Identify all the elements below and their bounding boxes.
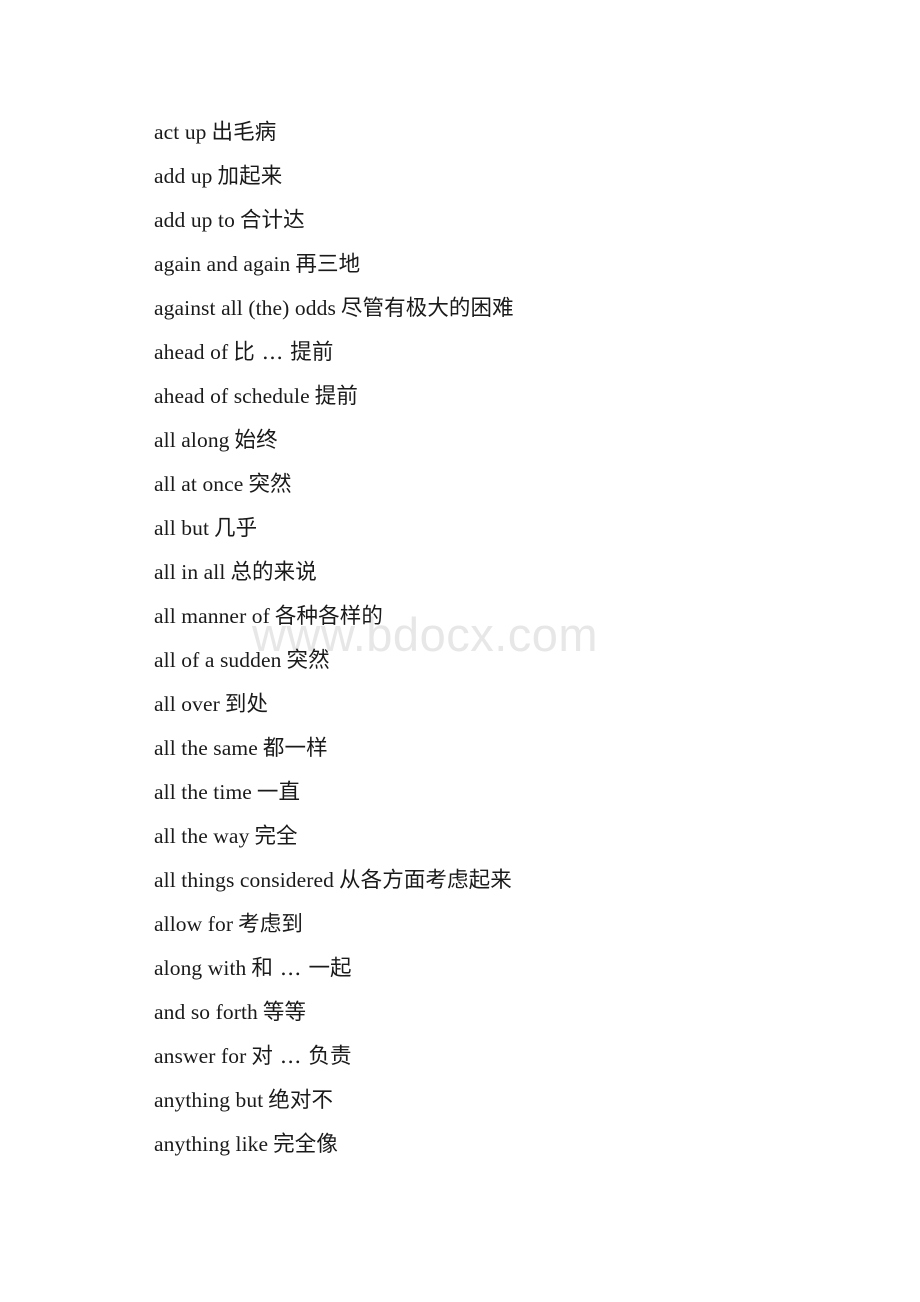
- glossary-list: act up 出毛病 add up 加起来 add up to 合计达 again and …: [154, 110, 920, 1166]
- glossary-entry: all in all 总的来说: [154, 550, 920, 594]
- entry-chinese: 始终: [234, 428, 278, 453]
- entry-chinese: 一直: [256, 780, 301, 805]
- glossary-entry: all along 始终: [154, 418, 920, 462]
- entry-english: all the way: [154, 824, 250, 848]
- entry-english: against all (the) odds: [154, 296, 336, 320]
- entry-chinese: 合计达: [239, 208, 305, 233]
- entry-chinese: 考虑到: [238, 912, 303, 937]
- glossary-entry: add up to 合计达: [154, 198, 920, 242]
- entry-english: along with: [154, 956, 247, 980]
- entry-english: all along: [154, 428, 230, 452]
- entry-english: ahead of: [154, 340, 229, 364]
- entry-english: all of a sudden: [154, 648, 282, 672]
- glossary-entry: all the same 都一样: [154, 726, 920, 770]
- entry-chinese: 完全: [254, 824, 298, 849]
- entry-chinese: 突然: [248, 472, 292, 497]
- entry-english: all at once: [154, 472, 244, 496]
- entry-english: ahead of schedule: [154, 384, 310, 408]
- glossary-entry: act up 出毛病: [154, 110, 920, 154]
- glossary-entry: anything like 完全像: [154, 1122, 920, 1166]
- entry-english: answer for: [154, 1044, 247, 1068]
- entry-english: anything but: [154, 1088, 264, 1112]
- glossary-entry: add up 加起来: [154, 154, 920, 198]
- glossary-entry: allow for 考虑到: [154, 902, 920, 946]
- entry-english: act up: [154, 120, 207, 144]
- entry-chinese: 提前: [314, 384, 358, 409]
- glossary-entry: against all (the) odds 尽管有极大的困难: [154, 286, 920, 330]
- glossary-entry: all at once 突然: [154, 462, 920, 506]
- glossary-entry: all manner of 各种各样的: [154, 594, 920, 638]
- entry-chinese: 几乎: [214, 516, 258, 541]
- entry-chinese: 从各方面考虑起来: [339, 868, 512, 893]
- entry-english: and so forth: [154, 1000, 258, 1024]
- glossary-entry: all the way 完全: [154, 814, 920, 858]
- entry-english: all over: [154, 692, 220, 716]
- entry-english: all the time: [154, 780, 252, 804]
- entry-english: again and again: [154, 252, 291, 276]
- entry-english: all things considered: [154, 868, 335, 892]
- entry-english: all manner of: [154, 604, 270, 628]
- entry-english: add up: [154, 164, 213, 188]
- entry-chinese: 各种各样的: [274, 604, 383, 629]
- entry-chinese: 再三地: [295, 252, 361, 277]
- entry-english: allow for: [154, 912, 234, 936]
- glossary-entry: all of a sudden 突然: [154, 638, 920, 682]
- document-page: www.bdocx.com act up 出毛病 add up 加起来 add up t…: [0, 0, 920, 1302]
- glossary-entry: answer for 对 … 负责: [154, 1034, 920, 1078]
- entry-chinese: 比 … 提前: [233, 340, 334, 365]
- entry-chinese: 和 … 一起: [251, 956, 352, 981]
- glossary-entry: all things considered 从各方面考虑起来: [154, 858, 920, 902]
- entry-chinese: 对 … 负责: [251, 1044, 352, 1069]
- entry-chinese: 出毛病: [211, 120, 277, 145]
- glossary-entry: and so forth 等等: [154, 990, 920, 1034]
- glossary-entry: along with 和 … 一起: [154, 946, 920, 990]
- entry-english: add up to: [154, 208, 235, 232]
- glossary-entry: anything but 绝对不: [154, 1078, 920, 1122]
- glossary-entry: all but 几乎: [154, 506, 920, 550]
- glossary-entry: all the time 一直: [154, 770, 920, 814]
- entry-english: anything like: [154, 1132, 269, 1156]
- glossary-entry: ahead of 比 … 提前: [154, 330, 920, 374]
- glossary-entry: all over 到处: [154, 682, 920, 726]
- entry-chinese: 都一样: [262, 736, 328, 761]
- entry-chinese: 等等: [262, 1000, 307, 1025]
- entry-chinese: 到处: [224, 692, 269, 717]
- entry-chinese: 突然: [286, 648, 330, 673]
- entry-english: all in all: [154, 560, 226, 584]
- entry-chinese: 完全像: [273, 1132, 338, 1157]
- entry-chinese: 加起来: [217, 164, 283, 189]
- entry-chinese: 尽管有极大的困难: [340, 296, 514, 321]
- entry-english: all but: [154, 516, 210, 540]
- entry-chinese: 绝对不: [268, 1088, 334, 1113]
- entry-chinese: 总的来说: [230, 560, 317, 585]
- glossary-entry: again and again 再三地: [154, 242, 920, 286]
- entry-english: all the same: [154, 736, 258, 760]
- glossary-entry: ahead of schedule 提前: [154, 374, 920, 418]
